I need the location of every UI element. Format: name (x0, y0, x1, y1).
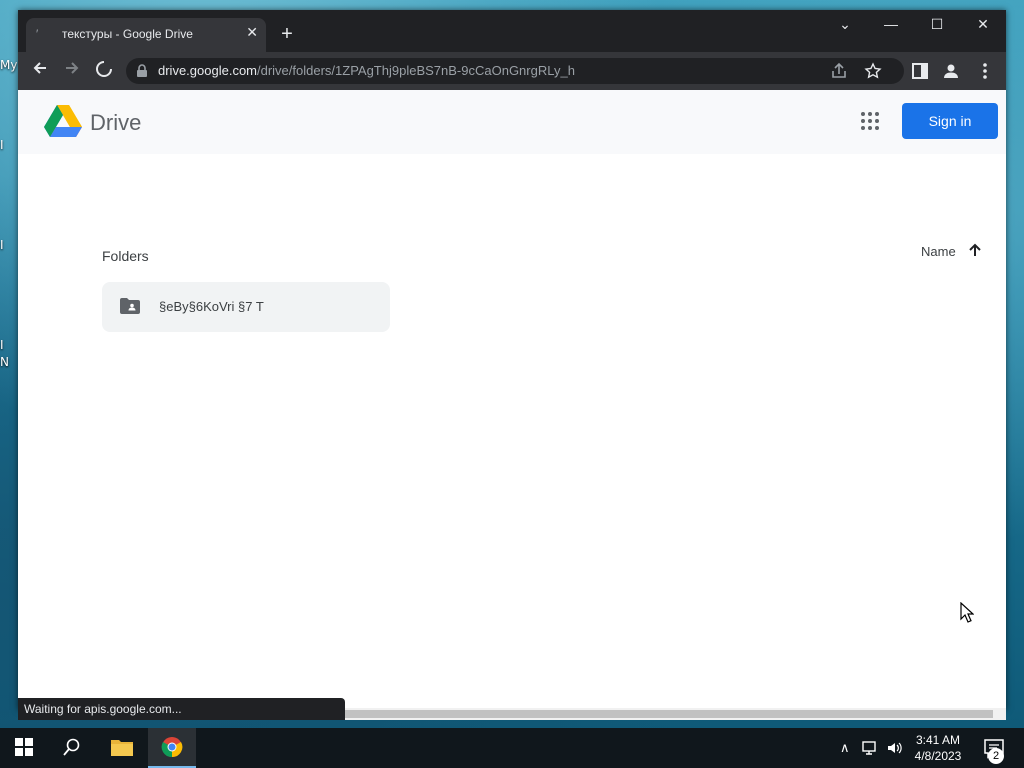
status-bubble: Waiting for apis.google.com... (18, 698, 345, 720)
drive-header: Drive Sign in (18, 90, 1006, 154)
windows-logo-icon (15, 738, 33, 756)
title-bar: ′ текстуры - Google Drive ✕ + ⌄ — ☐ ✕ (18, 10, 1006, 52)
folder-item[interactable]: §eBy§6KoVri §7 T (102, 282, 390, 332)
folder-name: §eBy§6KoVri §7 T (159, 299, 264, 314)
bookmark-star-icon[interactable] (864, 62, 882, 80)
google-drive-logo-icon[interactable] (44, 103, 82, 137)
clock-date: 4/8/2023 (914, 749, 962, 763)
close-tab-icon[interactable]: ✕ (246, 24, 258, 41)
volume-icon[interactable] (886, 740, 904, 756)
back-arrow-icon (33, 62, 46, 74)
scrollbar-thumb[interactable] (345, 710, 993, 718)
taskbar: ∧ 3:41 AM 4/8/2023 2 (0, 728, 1024, 768)
search-icon (63, 738, 80, 756)
address-bar[interactable]: drive.google.com/drive/folders/1ZPAgThj9… (126, 58, 904, 84)
sign-in-button[interactable]: Sign in (902, 103, 998, 139)
loading-spinner-icon (96, 61, 112, 77)
browser-window: ′ текстуры - Google Drive ✕ + ⌄ — ☐ ✕ dr… (18, 10, 1006, 720)
forward-button[interactable] (60, 60, 84, 82)
share-icon[interactable] (830, 62, 848, 80)
desktop-icon-label[interactable]: My (0, 58, 17, 72)
clock-time: 3:41 AM (915, 733, 961, 747)
app-title: Drive (90, 110, 142, 135)
search-button[interactable] (48, 728, 96, 768)
menu-kebab-icon[interactable] (976, 62, 994, 80)
desktop-icon-label[interactable]: I (0, 138, 4, 152)
browser-tab[interactable]: ′ текстуры - Google Drive ✕ (26, 18, 266, 52)
folders-heading: Folders (102, 248, 149, 264)
minimize-button[interactable]: — (876, 16, 906, 32)
notification-count-badge: 2 (988, 748, 1004, 764)
sort-by-name-button[interactable]: Name (921, 244, 956, 259)
file-explorer-button[interactable] (98, 728, 146, 768)
shared-folder-icon (120, 298, 140, 314)
system-clock[interactable]: 3:41 AM 4/8/2023 (906, 732, 970, 764)
desktop-icon-label[interactable]: I (0, 338, 4, 352)
show-hidden-icons-chevron-icon[interactable]: ∧ (840, 740, 850, 756)
tab-search-icon[interactable]: ⌄ (830, 16, 860, 33)
side-panel-icon[interactable] (912, 63, 928, 79)
desktop-icon-label[interactable]: I (0, 238, 4, 252)
desktop-icon-label[interactable]: N (0, 355, 9, 369)
new-tab-button[interactable]: + (276, 24, 298, 46)
folder-icon (111, 740, 133, 756)
tab-title: текстуры - Google Drive (62, 27, 193, 41)
loading-favicon-icon: ′ (36, 27, 39, 41)
forward-arrow-icon (66, 62, 79, 74)
start-button[interactable] (0, 728, 48, 768)
network-icon[interactable] (862, 740, 880, 756)
back-button[interactable] (28, 60, 52, 82)
google-apps-icon[interactable] (861, 112, 879, 130)
close-window-button[interactable]: ✕ (968, 16, 998, 33)
mouse-cursor-icon (960, 602, 974, 623)
lock-icon[interactable] (136, 64, 148, 78)
horizontal-scrollbar[interactable] (345, 708, 1006, 720)
sort-ascending-arrow-icon[interactable] (968, 243, 982, 257)
stop-loading-button[interactable] (92, 60, 116, 82)
url-text[interactable]: drive.google.com/drive/folders/1ZPAgThj9… (158, 63, 575, 78)
profile-icon[interactable] (942, 62, 960, 80)
browser-toolbar: drive.google.com/drive/folders/1ZPAgThj9… (18, 52, 1006, 90)
chrome-icon (161, 737, 183, 758)
drive-page: Drive Sign in Folders Name §eBy§6KoVri §… (18, 90, 1006, 710)
maximize-button[interactable]: ☐ (922, 16, 952, 33)
chrome-taskbar-button[interactable] (148, 728, 196, 768)
